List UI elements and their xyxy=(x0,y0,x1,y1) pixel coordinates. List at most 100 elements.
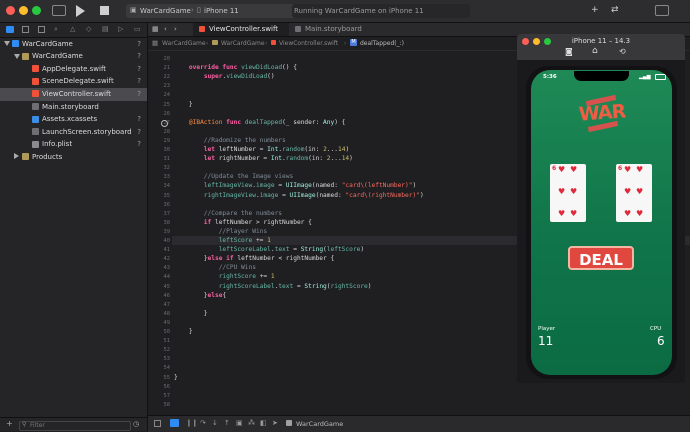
hide-debug-area-icon[interactable] xyxy=(154,420,161,427)
code-line[interactable]: //Player Wins xyxy=(174,228,267,235)
code-line[interactable]: @IBAction func dealTapped(_ sender: Any)… xyxy=(174,119,346,126)
stop-icon[interactable] xyxy=(100,6,109,15)
line-number[interactable]: 36 xyxy=(148,202,171,208)
screenshot-icon[interactable]: ◙ xyxy=(565,47,573,56)
line-number[interactable]: 52 xyxy=(148,347,171,353)
filter-field[interactable]: ⚲ Filter xyxy=(19,421,131,431)
line-number[interactable]: 40 xyxy=(148,238,171,244)
line-number[interactable]: 37 xyxy=(148,211,171,217)
grid-icon[interactable]: ▦ xyxy=(152,25,159,33)
breakpoint-icon[interactable]: ▷ xyxy=(118,25,123,33)
line-number[interactable]: 43 xyxy=(148,265,171,271)
rotate-icon[interactable]: ⟲ xyxy=(619,47,626,56)
code-line[interactable]: } xyxy=(174,328,193,335)
code-review-icon[interactable]: ⇄ xyxy=(611,5,619,15)
sidebar-item[interactable]: AppDelegate.swift? xyxy=(0,63,147,76)
disclosure-icon[interactable] xyxy=(14,153,19,160)
line-number[interactable]: 23 xyxy=(148,83,171,89)
step-out-icon[interactable]: ↑ xyxy=(224,419,230,427)
line-number[interactable]: 56 xyxy=(148,384,171,390)
code-line[interactable]: } xyxy=(174,310,208,317)
line-number[interactable]: 45 xyxy=(148,284,171,290)
line-number[interactable]: 58 xyxy=(148,402,171,408)
disclosure-icon[interactable] xyxy=(14,53,20,59)
report-icon[interactable]: ▭ xyxy=(134,25,141,33)
code-line[interactable]: rightScore += 1 xyxy=(174,273,275,280)
line-number[interactable]: 28 xyxy=(148,129,171,135)
line-number[interactable]: 24 xyxy=(148,92,171,98)
code-line[interactable]: override func viewDidLoad() { xyxy=(174,64,297,71)
symbol-icon[interactable] xyxy=(38,26,45,33)
line-number[interactable]: 57 xyxy=(148,393,171,399)
line-number[interactable]: 49 xyxy=(148,320,171,326)
folder-icon[interactable] xyxy=(6,26,14,33)
code-line[interactable]: //CPU Wins xyxy=(174,264,256,271)
code-line[interactable]: //Compare the numbers xyxy=(174,210,282,217)
breadcrumb-file[interactable]: ViewController.swift xyxy=(279,40,338,47)
tab-viewcontroller[interactable]: ViewController.swift xyxy=(193,23,289,36)
line-number[interactable]: 21 xyxy=(148,65,171,71)
close-window-button[interactable] xyxy=(6,6,15,15)
find-icon[interactable]: ⌕ xyxy=(54,25,58,34)
forward-icon[interactable]: › xyxy=(174,25,177,33)
environment-icon[interactable]: ◧ xyxy=(260,419,267,427)
sidebar-item[interactable]: ViewController.swift? xyxy=(0,88,147,101)
sidebar-item[interactable]: WarCardGame? xyxy=(0,38,147,51)
code-line[interactable]: super.viewDidLoad() xyxy=(174,73,275,80)
scheme-selector[interactable]: ▣ WarCardGame › ▯ iPhone 11 xyxy=(126,4,296,18)
code-line[interactable]: }else if leftNumber < rightNumber { xyxy=(174,255,334,262)
line-number[interactable]: 32 xyxy=(148,165,171,171)
source-control-icon[interactable] xyxy=(22,26,29,33)
memory-graph-icon[interactable]: ⁂ xyxy=(248,419,255,427)
issue-icon[interactable]: △ xyxy=(70,25,75,33)
deal-button[interactable]: DEAL xyxy=(568,246,634,270)
line-number[interactable]: 26 xyxy=(148,111,171,117)
debug-icon[interactable]: ▤ xyxy=(102,25,109,33)
line-number[interactable]: 34 xyxy=(148,183,171,189)
line-number[interactable]: 51 xyxy=(148,338,171,344)
home-icon[interactable]: ⌂ xyxy=(592,46,598,56)
line-number[interactable]: 30 xyxy=(148,147,171,153)
line-number[interactable]: 41 xyxy=(148,247,171,253)
line-number[interactable]: 20 xyxy=(148,56,171,62)
inspector-toggle-icon[interactable] xyxy=(655,5,669,16)
navigator-toggle-icon[interactable] xyxy=(52,5,66,16)
related-items-icon[interactable]: ▦ xyxy=(152,39,158,47)
breadcrumb-method[interactable]: dealTapped(_:) xyxy=(360,40,404,47)
breadcrumb-project[interactable]: WarCardGame xyxy=(162,40,206,47)
breadcrumb-group[interactable]: WarCardGame xyxy=(221,40,265,47)
sidebar-item[interactable]: Info.plist? xyxy=(0,139,147,152)
code-line[interactable]: } xyxy=(174,101,193,108)
line-number[interactable]: 39 xyxy=(148,229,171,235)
back-icon[interactable]: ‹ xyxy=(164,25,167,33)
disclosure-icon[interactable] xyxy=(4,41,10,46)
line-number[interactable]: 25 xyxy=(148,102,171,108)
code-line[interactable]: leftScoreLabel.text = String(leftScore) xyxy=(174,246,364,253)
line-number[interactable]: 46 xyxy=(148,293,171,299)
line-number[interactable]: 33 xyxy=(148,174,171,180)
view-hierarchy-icon[interactable]: ▣ xyxy=(236,419,243,427)
line-number[interactable]: 48 xyxy=(148,311,171,317)
line-number[interactable]: 22 xyxy=(148,74,171,80)
code-line[interactable]: } xyxy=(174,374,178,381)
step-over-icon[interactable]: ↷ xyxy=(200,419,206,427)
breakpoints-toggle-icon[interactable] xyxy=(170,419,179,427)
pause-icon[interactable]: ❙❙ xyxy=(186,419,198,427)
line-number[interactable]: 35 xyxy=(148,193,171,199)
line-number[interactable]: 55 xyxy=(148,375,171,381)
sidebar-item[interactable]: Products xyxy=(0,151,147,164)
line-number[interactable]: 47 xyxy=(148,302,171,308)
tab-main-storyboard[interactable]: Main.storyboard xyxy=(289,23,385,36)
sidebar-item[interactable]: Main.storyboard xyxy=(0,101,147,114)
code-line[interactable]: if leftNumber > rightNumber { xyxy=(174,219,312,226)
code-line[interactable]: rightScoreLabel.text = String(rightScore… xyxy=(174,283,372,290)
line-number[interactable]: 29 xyxy=(148,138,171,144)
line-number[interactable]: 50 xyxy=(148,329,171,335)
sidebar-item[interactable]: WarCardGame? xyxy=(0,51,147,64)
recent-files-icon[interactable]: ◷ xyxy=(133,420,139,428)
line-number[interactable]: 42 xyxy=(148,256,171,262)
code-line[interactable]: }else{ xyxy=(174,292,226,299)
sidebar-item[interactable]: Assets.xcassets? xyxy=(0,114,147,127)
code-line[interactable]: let leftNumber = Int.random(in: 2...14) xyxy=(174,146,349,153)
test-icon[interactable]: ◇ xyxy=(86,25,91,33)
